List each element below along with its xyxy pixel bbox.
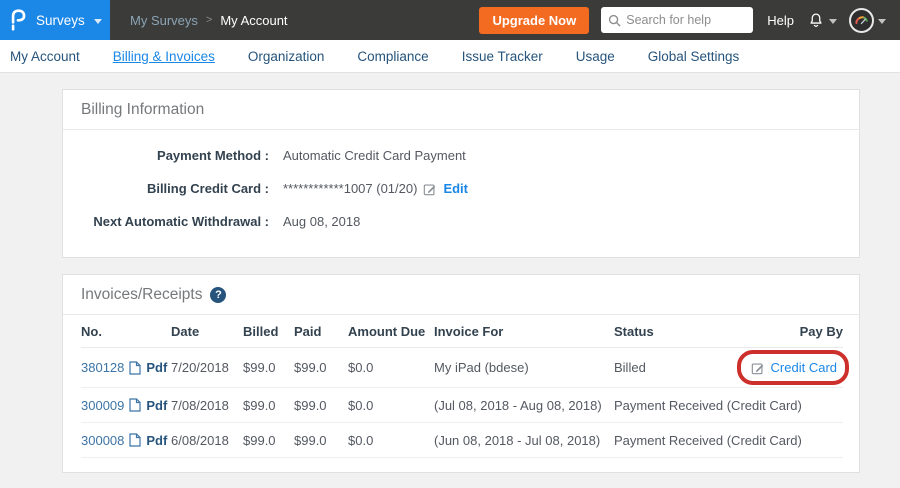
- bell-icon: [807, 11, 825, 30]
- billing-info-value-text: Automatic Credit Card Payment: [283, 148, 466, 163]
- billing-info-row: Next Automatic Withdrawal : Aug 08, 2018: [81, 212, 841, 231]
- search-icon: [608, 14, 621, 27]
- account-menu[interactable]: [849, 8, 886, 33]
- subnav-tab-label: Usage: [576, 49, 615, 64]
- account-subnav: My Account Billing & Invoices Organization…: [0, 40, 900, 73]
- invoice-status: Billed: [614, 348, 723, 388]
- invoices-receipts-title: Invoices/Receipts: [81, 286, 202, 304]
- invoice-pay-by-cell: Credit Card: [723, 348, 843, 388]
- invoice-amount-due: $0.0: [348, 387, 434, 422]
- billing-info-label: Billing Credit Card :: [81, 181, 269, 196]
- invoice-date: 6/08/2018: [171, 422, 243, 457]
- invoice-status: Payment Received (Credit Card): [614, 387, 723, 422]
- help-link[interactable]: Help: [767, 13, 794, 28]
- questionpro-logo-icon: [10, 9, 27, 31]
- subnav-tab[interactable]: Billing & Invoices: [113, 49, 215, 64]
- help-question-icon[interactable]: ?: [210, 287, 226, 303]
- search-input[interactable]: [626, 13, 746, 27]
- subnav-tab-label: Global Settings: [648, 49, 740, 64]
- edit-pencil-icon: [423, 182, 437, 196]
- billing-information-card: Billing Information Payment Method : Aut…: [62, 89, 860, 258]
- breadcrumb-my-account: My Account: [220, 13, 287, 28]
- invoice-billed: $99.0: [243, 387, 294, 422]
- invoice-paid: $99.0: [294, 422, 348, 457]
- upgrade-now-button[interactable]: Upgrade Now: [479, 7, 589, 34]
- pdf-link[interactable]: Pdf: [146, 360, 167, 375]
- invoice-date: 7/08/2018: [171, 387, 243, 422]
- invoice-table-row: 300008 Pdf 6/08/2018 $99.0 $99.0 $0.0 (J…: [81, 422, 843, 457]
- invoice-billed: $99.0: [243, 422, 294, 457]
- invoice-billed: $99.0: [243, 348, 294, 388]
- billing-info-label: Next Automatic Withdrawal :: [81, 214, 269, 229]
- invoice-number-link[interactable]: 380128: [81, 360, 124, 375]
- pdf-link[interactable]: Pdf: [146, 433, 167, 448]
- subnav-tab[interactable]: Compliance: [357, 49, 428, 64]
- subnav-tab[interactable]: My Account: [10, 49, 80, 64]
- subnav-tab-label: Billing & Invoices: [113, 49, 215, 64]
- col-invoice-for: Invoice For: [434, 315, 614, 348]
- product-switcher[interactable]: Surveys: [0, 0, 110, 40]
- pdf-document-icon: [129, 398, 141, 412]
- subnav-tab[interactable]: Issue Tracker: [462, 49, 543, 64]
- billing-info-value: Aug 08, 2018: [283, 214, 360, 229]
- invoices-table-header: No. Date Billed Paid Amount Due Invoice …: [81, 315, 843, 348]
- invoice-paid: $99.0: [294, 348, 348, 388]
- col-date: Date: [171, 315, 243, 348]
- invoice-table-row: 300009 Pdf 7/08/2018 $99.0 $99.0 $0.0 (J…: [81, 387, 843, 422]
- breadcrumb-separator: >: [206, 14, 212, 26]
- avatar: [849, 8, 874, 33]
- col-pay-by: Pay By: [723, 315, 843, 348]
- invoice-number-link[interactable]: 300009: [81, 398, 124, 413]
- invoices-table: No. Date Billed Paid Amount Due Invoice …: [81, 315, 843, 458]
- billing-info-value-text: Aug 08, 2018: [283, 214, 360, 229]
- pdf-link[interactable]: Pdf: [146, 398, 167, 413]
- subnav-tab[interactable]: Organization: [248, 49, 325, 64]
- col-billed: Billed: [243, 315, 294, 348]
- col-amount-due: Amount Due: [348, 315, 434, 348]
- top-bar: Surveys My Surveys > My Account Upgrade …: [0, 0, 900, 40]
- billing-information-title: Billing Information: [81, 101, 204, 119]
- breadcrumb-my-surveys[interactable]: My Surveys: [130, 13, 198, 28]
- col-no: No.: [81, 315, 171, 348]
- chevron-down-icon: [878, 19, 886, 24]
- invoice-number-link[interactable]: 300008: [81, 433, 124, 448]
- billing-information-rows: Payment Method : Automatic Credit Card P…: [63, 130, 859, 257]
- invoices-receipts-card: Invoices/Receipts ? No. Date Billed Paid…: [62, 274, 860, 473]
- col-status: Status: [614, 315, 723, 348]
- billing-info-row: Payment Method : Automatic Credit Card P…: [81, 146, 841, 165]
- subnav-tab[interactable]: Global Settings: [648, 49, 740, 64]
- chevron-down-icon: [829, 19, 837, 24]
- billing-info-label: Payment Method :: [81, 148, 269, 163]
- edit-credit-card-link[interactable]: Edit: [443, 181, 468, 196]
- invoice-paid: $99.0: [294, 387, 348, 422]
- subnav-tab-label: My Account: [10, 49, 80, 64]
- billing-info-value: ************1007 (01/20) Edit: [283, 181, 468, 196]
- invoice-amount-due: $0.0: [348, 348, 434, 388]
- col-paid: Paid: [294, 315, 348, 348]
- pay-by-credit-card-link[interactable]: Credit Card: [771, 360, 837, 375]
- billing-info-row: Billing Credit Card : ************1007 (…: [81, 179, 841, 198]
- invoice-status: Payment Received (Credit Card): [614, 422, 723, 457]
- edit-pencil-icon: [751, 361, 765, 375]
- pdf-document-icon: [129, 361, 141, 375]
- billing-info-value: Automatic Credit Card Payment: [283, 148, 466, 163]
- page-content: Billing Information Payment Method : Aut…: [0, 73, 900, 473]
- product-name: Surveys: [36, 13, 85, 28]
- invoice-table-row: 380128 Pdf 7/20/2018 $99.0 $99.0 $0.0 My…: [81, 348, 843, 388]
- help-search-box[interactable]: [601, 7, 753, 33]
- invoice-amount-due: $0.0: [348, 422, 434, 457]
- chevron-down-icon: [94, 19, 102, 24]
- subnav-tab-label: Issue Tracker: [462, 49, 543, 64]
- invoice-date: 7/20/2018: [171, 348, 243, 388]
- breadcrumb: My Surveys > My Account: [130, 13, 288, 28]
- invoice-for: (Jun 08, 2018 - Jul 08, 2018): [434, 422, 614, 457]
- invoice-for: (Jul 08, 2018 - Aug 08, 2018): [434, 387, 614, 422]
- subnav-tab[interactable]: Usage: [576, 49, 615, 64]
- invoice-for: My iPad (bdese): [434, 348, 614, 388]
- subnav-tab-label: Compliance: [357, 49, 428, 64]
- billing-info-value-text: ************1007 (01/20): [283, 181, 417, 196]
- subnav-tab-label: Organization: [248, 49, 325, 64]
- pdf-document-icon: [129, 433, 141, 447]
- notifications-menu[interactable]: [807, 11, 837, 30]
